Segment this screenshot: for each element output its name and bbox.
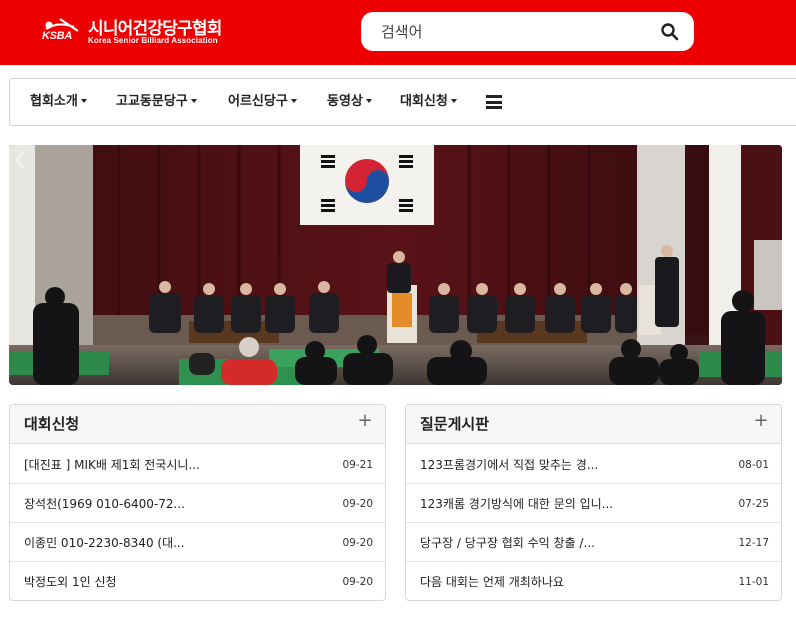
plus-icon[interactable]: + <box>357 412 373 430</box>
search-box <box>361 12 694 51</box>
hamburger-icon[interactable] <box>486 95 502 109</box>
list-item[interactable]: 당구장 / 당구장 협회 수익 창출 /... 12-17 <box>406 523 781 562</box>
site-logo[interactable]: KSBA 시니어건강당구협회 Korea Senior Billiard Ass… <box>40 14 240 48</box>
board-title[interactable]: 질문게시판 <box>420 405 489 444</box>
nav-label: 대회신청 <box>400 94 448 109</box>
post-date: 09-20 <box>342 498 373 510</box>
post-date: 08-01 <box>738 459 769 471</box>
list-item[interactable]: 박정도외 1인 신청 09-20 <box>10 562 385 601</box>
nav-label: 협회소개 <box>30 94 78 109</box>
main-nav: 협회소개 고교동문당구 어르신당구 동영상 대회신청 <box>9 78 796 126</box>
caret-down-icon <box>365 98 372 103</box>
chevron-left-icon[interactable] <box>9 145 33 175</box>
board-title[interactable]: 대회신청 <box>24 405 79 444</box>
logo-subtitle: Korea Senior Billiard Association <box>88 36 218 45</box>
post-title: 123프롬경기에서 직접 맞추는 경... <box>420 458 599 472</box>
list-item[interactable]: 장석천(1969 010-6400-72... 09-20 <box>10 484 385 523</box>
nav-item-senior-billiards[interactable]: 어르신당구 <box>228 79 297 125</box>
nav-item-about[interactable]: 협회소개 <box>30 79 87 125</box>
board-tournament-apply: 대회신청 + [대진표 ] MIK배 제1회 전국시니... 09-21 장석천… <box>9 404 386 601</box>
nav-label: 어르신당구 <box>228 94 288 109</box>
nav-label: 동영상 <box>327 94 363 109</box>
post-title: 당구장 / 당구장 협회 수익 창출 /... <box>420 536 595 550</box>
list-item[interactable]: 다음 대회는 언제 개최하나요 11-01 <box>406 562 781 601</box>
nav-label: 고교동문당구 <box>116 94 188 109</box>
post-date: 09-20 <box>342 537 373 549</box>
caret-down-icon <box>80 98 87 103</box>
board-header: 질문게시판 + <box>406 405 781 444</box>
nav-item-videos[interactable]: 동영상 <box>327 79 372 125</box>
nav-item-alumni-billiards[interactable]: 고교동문당구 <box>116 79 197 125</box>
logo-mark-text: KSBA <box>42 30 72 42</box>
post-title: 장석천(1969 010-6400-72... <box>24 497 185 511</box>
banner-photo <box>9 145 782 385</box>
list-item[interactable]: [대진표 ] MIK배 제1회 전국시니... 09-21 <box>10 445 385 484</box>
post-title: [대진표 ] MIK배 제1회 전국시니... <box>24 458 200 472</box>
search-input[interactable] <box>381 12 641 51</box>
plus-icon[interactable]: + <box>753 412 769 430</box>
list-item[interactable]: 123프롬경기에서 직접 맞추는 경... 08-01 <box>406 445 781 484</box>
list-item[interactable]: 이종민 010-2230-8340 (대... 09-20 <box>10 523 385 562</box>
post-title: 123캐롬 경기방식에 대한 문의 입니... <box>420 497 614 511</box>
post-title: 박정도외 1인 신청 <box>24 575 117 589</box>
caret-down-icon <box>290 98 297 103</box>
board-qna: 질문게시판 + 123프롬경기에서 직접 맞추는 경... 08-01 123캐… <box>405 404 782 601</box>
top-header: KSBA 시니어건강당구협회 Korea Senior Billiard Ass… <box>0 0 796 65</box>
nav-item-tournament-apply[interactable]: 대회신청 <box>400 79 457 125</box>
board-header: 대회신청 + <box>10 405 385 444</box>
post-date: 11-01 <box>738 576 769 588</box>
search-icon[interactable] <box>660 22 680 42</box>
main-banner-slider[interactable] <box>9 145 782 385</box>
post-date: 09-20 <box>342 576 373 588</box>
post-date: 12-17 <box>738 537 769 549</box>
post-date: 07-25 <box>738 498 769 510</box>
list-item[interactable]: 123캐롬 경기방식에 대한 문의 입니... 07-25 <box>406 484 781 523</box>
post-title: 이종민 010-2230-8340 (대... <box>24 536 185 550</box>
caret-down-icon <box>450 98 457 103</box>
caret-down-icon <box>190 98 197 103</box>
post-date: 09-21 <box>342 459 373 471</box>
post-title: 다음 대회는 언제 개최하나요 <box>420 575 564 589</box>
